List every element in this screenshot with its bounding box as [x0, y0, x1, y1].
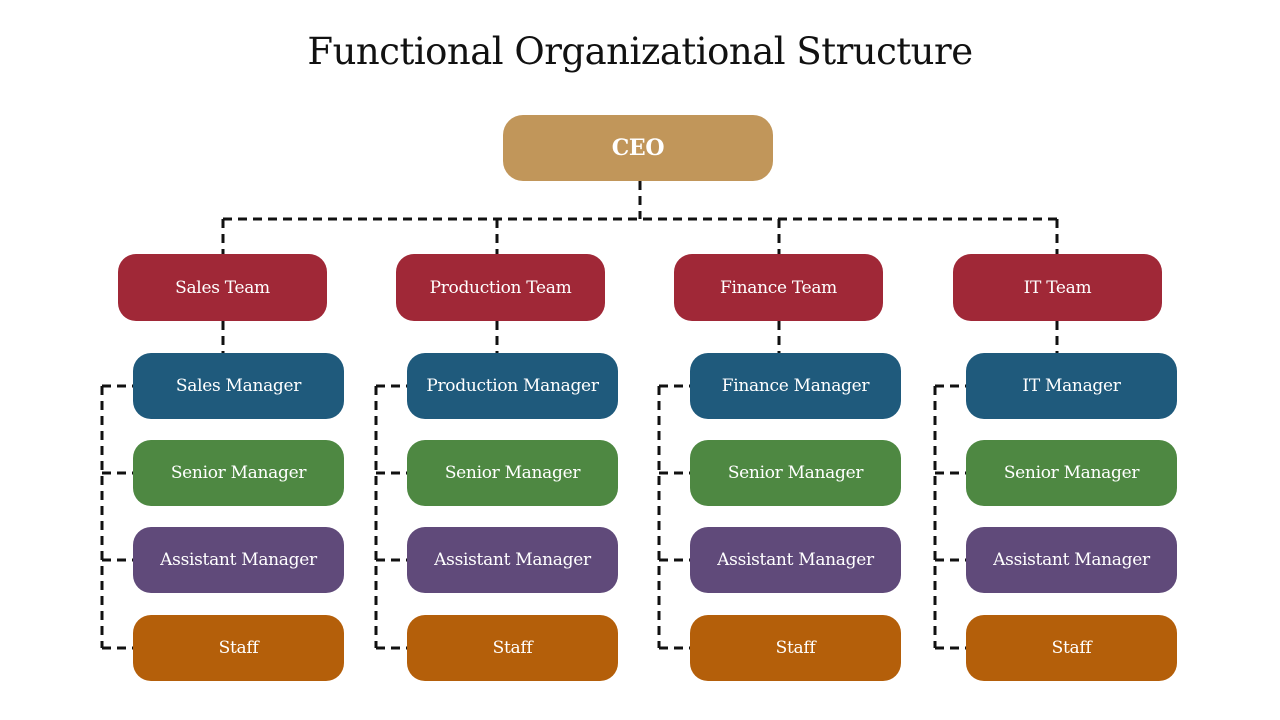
team-label: Production Team	[429, 277, 572, 298]
assistant-manager-node: Assistant Manager	[407, 527, 618, 593]
role-label: Sales Manager	[175, 376, 302, 396]
role-label: Staff	[1051, 638, 1092, 658]
role-label: Production Manager	[426, 376, 599, 396]
role-label: Senior Manager	[727, 463, 864, 483]
ceo-label: CEO	[611, 135, 665, 161]
staff-node: Staff	[407, 615, 618, 681]
team-node: Finance Team	[674, 254, 883, 321]
assistant-manager-node: Assistant Manager	[690, 527, 901, 593]
senior-manager-node: Senior Manager	[690, 440, 901, 506]
ceo-node: CEO	[503, 115, 773, 181]
role-label: Assistant Manager	[717, 550, 874, 570]
role-label: Assistant Manager	[993, 550, 1150, 570]
role-label: Staff	[775, 638, 816, 658]
senior-manager-node: Senior Manager	[133, 440, 344, 506]
role-label: Finance Manager	[721, 376, 870, 396]
team-label: Finance Team	[720, 277, 837, 298]
manager-node: Sales Manager	[133, 353, 344, 419]
staff-node: Staff	[690, 615, 901, 681]
role-label: Assistant Manager	[160, 550, 317, 570]
team-node: Sales Team	[118, 254, 327, 321]
team-label: IT Team	[1023, 277, 1092, 298]
manager-node: Finance Manager	[690, 353, 901, 419]
team-label: Sales Team	[175, 277, 270, 298]
role-label: Senior Manager	[170, 463, 307, 483]
staff-node: Staff	[966, 615, 1177, 681]
role-label: IT Manager	[1022, 376, 1121, 396]
role-label: Staff	[218, 638, 259, 658]
staff-node: Staff	[133, 615, 344, 681]
senior-manager-node: Senior Manager	[407, 440, 618, 506]
manager-node: IT Manager	[966, 353, 1177, 419]
manager-node: Production Manager	[407, 353, 618, 419]
assistant-manager-node: Assistant Manager	[133, 527, 344, 593]
team-node: Production Team	[396, 254, 605, 321]
role-label: Senior Manager	[1003, 463, 1140, 483]
senior-manager-node: Senior Manager	[966, 440, 1177, 506]
role-label: Staff	[492, 638, 533, 658]
team-node: IT Team	[953, 254, 1162, 321]
assistant-manager-node: Assistant Manager	[966, 527, 1177, 593]
role-label: Senior Manager	[444, 463, 581, 483]
role-label: Assistant Manager	[434, 550, 591, 570]
